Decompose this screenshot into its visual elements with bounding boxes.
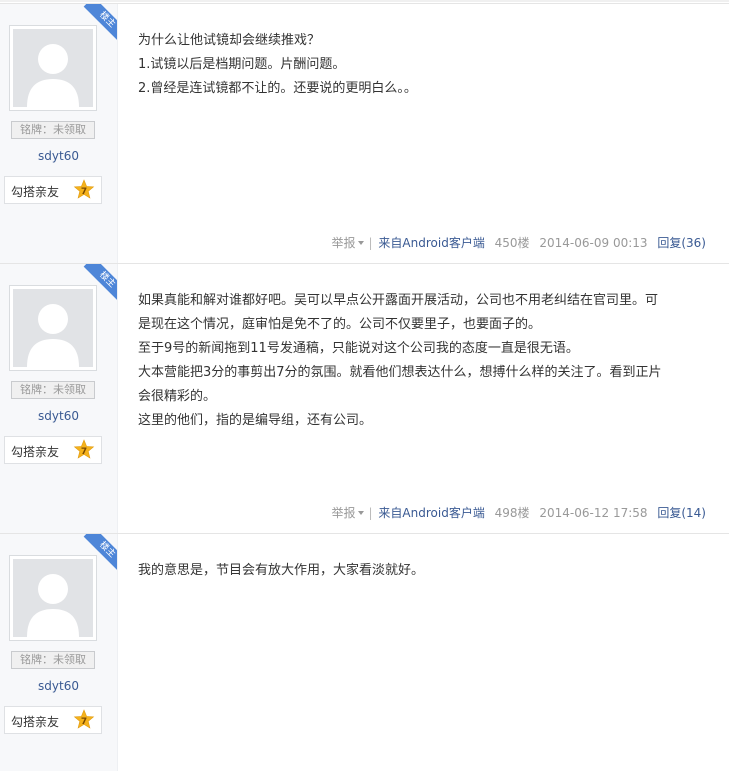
medal-button[interactable]: 铭牌：未领取	[11, 121, 95, 139]
username-link[interactable]: sdyt60	[0, 679, 117, 693]
username-link[interactable]: sdyt60	[0, 149, 117, 163]
divider: |	[368, 506, 373, 520]
level-star-icon: 7	[73, 709, 95, 731]
post-author-sidebar: 铭牌：未领取 sdyt60 勾搭亲友 7 楼主	[0, 264, 118, 533]
content-line: 我的意思是，节目会有放大作用，大家看淡就好。	[138, 563, 425, 578]
post-author-sidebar: 铭牌：未领取 sdyt60 勾搭亲友 7 楼主	[0, 534, 118, 771]
svg-text:7: 7	[81, 717, 87, 727]
report-button[interactable]: 举报	[332, 236, 367, 250]
post-450: 铭牌：未领取 sdyt60 勾搭亲友 7 楼主 为什么让他试镜却会继续推戏？ 1…	[0, 3, 729, 263]
op-badge: 楼主	[77, 4, 117, 44]
content-line: 2.曾经是连试镜都不让的。还要说的更明白么。。	[138, 81, 417, 96]
content-line: 至于9号的新闻拖到11号发通稿，只能说对这个公司我的态度一直是很无语。	[138, 341, 579, 356]
report-button[interactable]: 举报	[332, 506, 367, 520]
content-line: 1.试镜以后是档期问题。片酬问题。	[138, 57, 346, 72]
client-link[interactable]: 来自Android客户端	[378, 506, 484, 520]
post-tail: 举报 | 来自Android客户端 498楼 2014-06-12 17:58 回…	[332, 504, 706, 521]
content-line: 是现在这个情况，庭审怕是免不了的。公司不仅要里子，也要面子的。	[138, 317, 542, 332]
post-reply: 铭牌：未领取 sdyt60 勾搭亲友 7 楼主 我的意思是，节目会有放大作用，大…	[0, 533, 729, 771]
op-badge: 楼主	[77, 534, 117, 574]
divider: |	[368, 236, 373, 250]
post-time: 2014-06-09 00:13	[539, 236, 648, 250]
content-line: 这里的他们，指的是编导组，还有公司。	[138, 413, 373, 428]
post-content: 如果真能和解对谁都好吧。吴可以早点公开露面开展活动，公司也不用老纠结在官司里。可…	[138, 289, 713, 433]
content-line: 为什么让他试镜却会继续推戏？	[138, 33, 321, 48]
op-badge-label: 楼主	[83, 264, 117, 304]
svg-text:7: 7	[81, 187, 87, 197]
user-level-badge[interactable]: 勾搭亲友 7	[4, 706, 102, 734]
content-line: 会很精彩的。	[138, 389, 217, 404]
top-border	[0, 0, 729, 2]
level-name: 勾搭亲友	[11, 445, 60, 459]
level-star-icon: 7	[73, 439, 95, 461]
reply-button[interactable]: 回复(36)	[657, 236, 706, 250]
post-time: 2014-06-12 17:58	[539, 506, 648, 520]
caret-down-icon	[357, 510, 364, 515]
post-498: 铭牌：未领取 sdyt60 勾搭亲友 7 楼主 如果真能和解对谁都好吧。吴可以早…	[0, 263, 729, 533]
user-level-badge[interactable]: 勾搭亲友 7	[4, 436, 102, 464]
content-line: 如果真能和解对谁都好吧。吴可以早点公开露面开展活动，公司也不用老纠结在官司里。可	[138, 293, 659, 308]
level-name: 勾搭亲友	[11, 185, 60, 199]
reply-button[interactable]: 回复(14)	[657, 506, 706, 520]
post-content: 为什么让他试镜却会继续推戏？ 1.试镜以后是档期问题。片酬问题。 2.曾经是连试…	[138, 29, 713, 101]
caret-down-icon	[357, 240, 364, 245]
medal-button[interactable]: 铭牌：未领取	[11, 651, 95, 669]
op-badge: 楼主	[77, 264, 117, 304]
username-link[interactable]: sdyt60	[0, 409, 117, 423]
level-name: 勾搭亲友	[11, 715, 60, 729]
post-author-sidebar: 铭牌：未领取 sdyt60 勾搭亲友 7 楼主	[0, 4, 118, 263]
user-level-badge[interactable]: 勾搭亲友 7	[4, 176, 102, 204]
level-star-icon: 7	[73, 179, 95, 201]
post-tail: 举报 | 来自Android客户端 450楼 2014-06-09 00:13 回…	[332, 234, 706, 251]
floor-number: 498楼	[494, 506, 530, 520]
svg-text:7: 7	[81, 447, 87, 457]
op-badge-label: 楼主	[83, 534, 117, 574]
content-line: 大本营能把3分的事剪出7分的氛围。就看他们想表达什么，想搏什么样的关注了。看到正…	[138, 365, 662, 380]
client-link[interactable]: 来自Android客户端	[378, 236, 484, 250]
post-content: 我的意思是，节目会有放大作用，大家看淡就好。	[138, 559, 713, 583]
op-badge-label: 楼主	[83, 4, 117, 44]
medal-button[interactable]: 铭牌：未领取	[11, 381, 95, 399]
floor-number: 450楼	[494, 236, 530, 250]
